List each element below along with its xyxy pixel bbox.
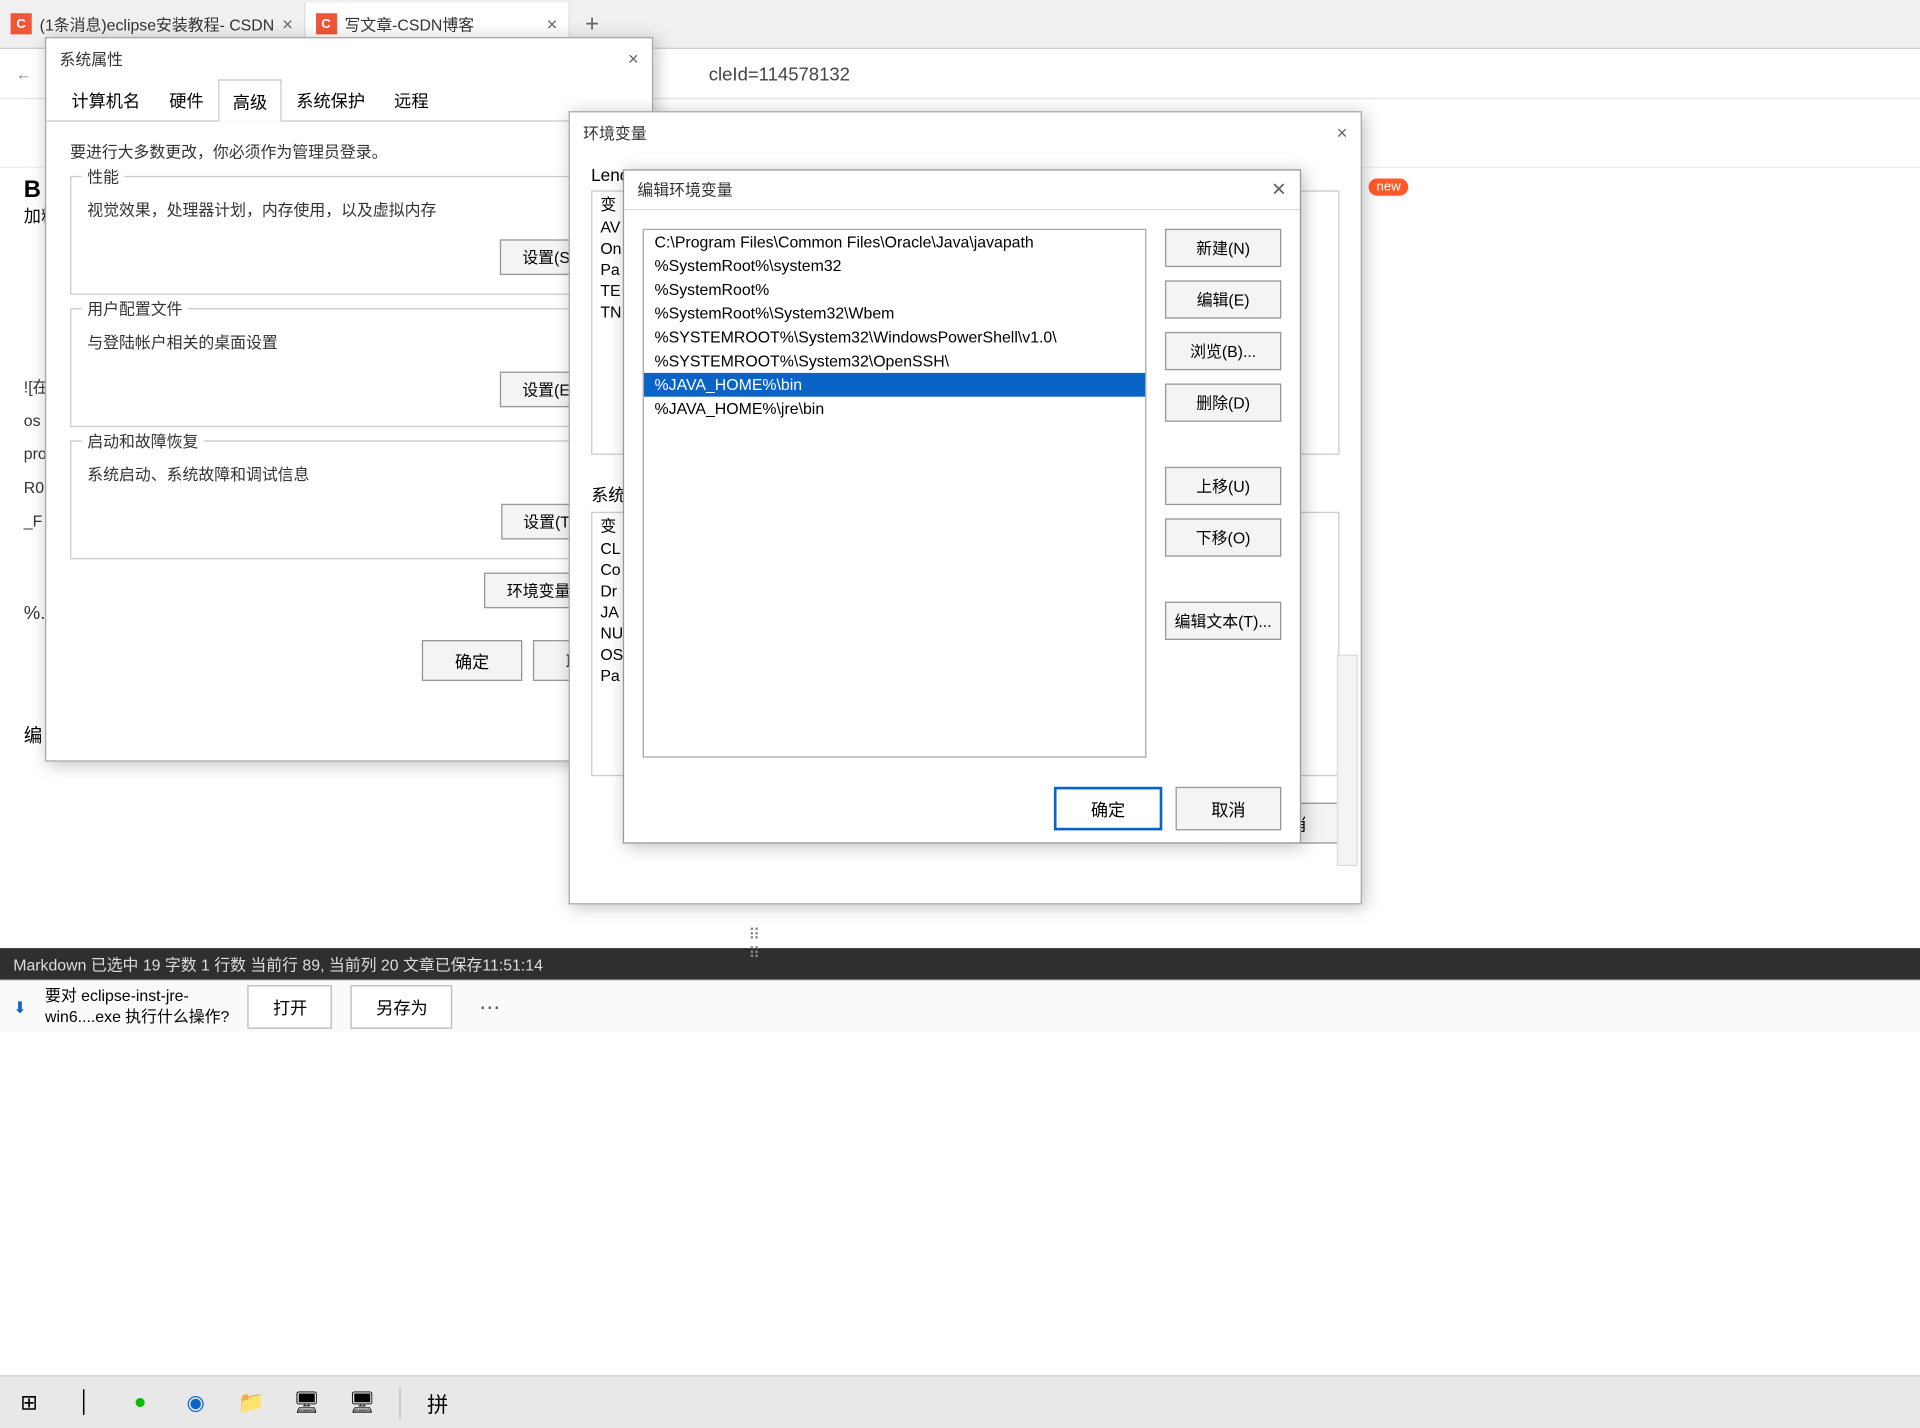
tab-title: 写文章-CSDN博客 bbox=[345, 13, 475, 35]
path-entry[interactable]: %SYSTEMROOT%\System32\WindowsPowerShell\… bbox=[644, 325, 1145, 349]
path-entry[interactable]: %JAVA_HOME%\jre\bin bbox=[644, 397, 1145, 421]
close-icon[interactable]: × bbox=[628, 48, 639, 69]
edit-text-button[interactable]: 编辑文本(T)... bbox=[1165, 602, 1281, 640]
sysprops-tab[interactable]: 计算机名 bbox=[57, 78, 155, 120]
separator-dots: ⠿⠿ bbox=[748, 926, 762, 963]
app-icon-2[interactable]: 🖥 bbox=[339, 1379, 387, 1427]
new-tab-button[interactable]: + bbox=[569, 10, 615, 38]
path-entry[interactable]: %JAVA_HOME%\bin bbox=[644, 373, 1145, 397]
more-icon[interactable]: ⋯ bbox=[479, 994, 500, 1020]
download-icon: ⬇ bbox=[13, 998, 26, 1017]
tab-title: (1条消息)eclipse安装教程- CSDN bbox=[40, 13, 275, 35]
edge-icon[interactable]: ◉ bbox=[172, 1379, 220, 1427]
new-button[interactable]: 新建(N) bbox=[1165, 229, 1281, 267]
ok-button[interactable]: 确定 bbox=[422, 640, 523, 681]
sysprops-tab[interactable]: 高级 bbox=[218, 79, 281, 121]
admin-note: 要进行大多数更改，你必须作为管理员登录。 bbox=[70, 140, 628, 162]
start-icon[interactable]: ⊞ bbox=[5, 1379, 53, 1427]
taskbar: ⊞ │ ● ◉ 📁 🖥 🖥 拼 🛡 ▪ 📶 🔊 11:512021/3/9 💬 bbox=[0, 1375, 1920, 1428]
path-list[interactable]: C:\Program Files\Common Files\Oracle\Jav… bbox=[643, 229, 1147, 758]
download-bar: ⬇ 要对 eclipse-inst-jre- win6....exe 执行什么操… bbox=[0, 980, 1920, 1033]
sysprops-tab[interactable]: 系统保护 bbox=[282, 78, 380, 120]
sysprops-tab[interactable]: 远程 bbox=[380, 78, 443, 120]
browse-button[interactable]: 浏览(B)... bbox=[1165, 332, 1281, 370]
ime-icon[interactable]: 拼 bbox=[414, 1379, 462, 1427]
edit-button[interactable]: 编辑(E) bbox=[1165, 280, 1281, 318]
app-icon[interactable]: 🖥 bbox=[283, 1379, 331, 1427]
taskview-icon[interactable]: │ bbox=[61, 1379, 109, 1427]
path-entry[interactable]: %SystemRoot%\system32 bbox=[644, 254, 1145, 278]
download-question: 要对 eclipse-inst-jre- win6....exe 执行什么操作? bbox=[45, 986, 229, 1027]
favicon-icon: C bbox=[315, 13, 336, 34]
dialog-title: 系统属性 bbox=[60, 47, 123, 69]
path-entry[interactable]: %SYSTEMROOT%\System32\OpenSSH\ bbox=[644, 349, 1145, 373]
save-as-button[interactable]: 另存为 bbox=[351, 985, 453, 1029]
dialog-title: 环境变量 bbox=[583, 121, 646, 143]
system-properties-dialog: 系统属性 × 计算机名硬件高级系统保护远程 要进行大多数更改，你必须作为管理员登录… bbox=[45, 37, 653, 762]
down-button[interactable]: 下移(O) bbox=[1165, 518, 1281, 556]
sysprops-tab[interactable]: 硬件 bbox=[155, 78, 218, 120]
back-icon[interactable]: ← bbox=[16, 64, 32, 83]
wechat-icon[interactable]: ● bbox=[116, 1379, 164, 1427]
status-left: Markdown 已选中 19 字数 1 行数 当前行 89, 当前列 20 文… bbox=[13, 953, 543, 975]
explorer-icon[interactable]: 📁 bbox=[227, 1379, 275, 1427]
edit-env-var-dialog: 编辑环境变量 ✕ C:\Program Files\Common Files\Or… bbox=[623, 169, 1301, 843]
scrollbar[interactable] bbox=[1337, 655, 1358, 867]
up-button[interactable]: 上移(U) bbox=[1165, 467, 1281, 505]
delete-button[interactable]: 删除(D) bbox=[1165, 383, 1281, 421]
close-icon[interactable]: × bbox=[1337, 122, 1348, 143]
close-icon[interactable]: ✕ bbox=[1271, 179, 1287, 201]
close-icon[interactable]: × bbox=[547, 13, 558, 34]
ok-button[interactable]: 确定 bbox=[1054, 787, 1162, 831]
editor-status-bar: Markdown 已选中 19 字数 1 行数 当前行 89, 当前列 20 文… bbox=[0, 948, 1920, 980]
path-entry[interactable]: C:\Program Files\Common Files\Oracle\Jav… bbox=[644, 230, 1145, 254]
favicon-icon: C bbox=[11, 13, 32, 34]
close-icon[interactable]: × bbox=[282, 13, 293, 34]
cancel-button[interactable]: 取消 bbox=[1176, 787, 1282, 831]
open-button[interactable]: 打开 bbox=[248, 985, 333, 1029]
path-entry[interactable]: %SystemRoot%\System32\Wbem bbox=[644, 301, 1145, 325]
dialog-title: 编辑环境变量 bbox=[637, 179, 732, 201]
path-entry[interactable]: %SystemRoot% bbox=[644, 278, 1145, 302]
